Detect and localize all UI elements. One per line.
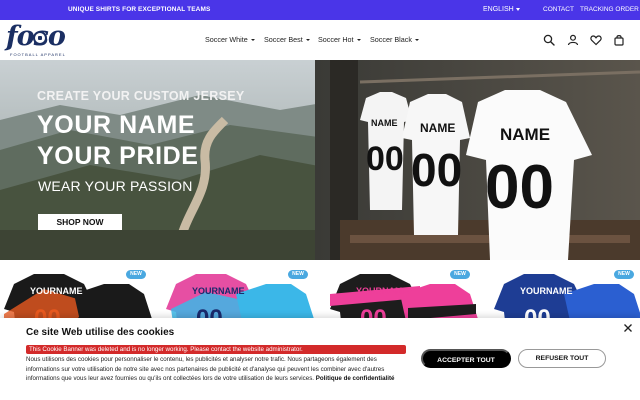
- hero-headline-1: YOUR NAME: [37, 111, 196, 139]
- cart-bag-icon[interactable]: [613, 34, 625, 46]
- new-badge: NEW: [288, 270, 308, 279]
- new-badge: NEW: [450, 270, 470, 279]
- hero-jersey-number: 00: [366, 140, 404, 178]
- close-icon[interactable]: [623, 323, 633, 333]
- product-name-print: YOURNAME: [520, 286, 573, 296]
- nav-label: Soccer White: [205, 35, 248, 44]
- product-name-print: YOURNAME: [356, 286, 409, 296]
- cookie-description: Nous utilisons des cookies pour personna…: [26, 355, 396, 384]
- soccer-ball-icon: [33, 31, 47, 45]
- page: UNIQUE SHIRTS FOR EXCEPTIONAL TEAMS ENGL…: [0, 0, 640, 400]
- account-icon[interactable]: [567, 34, 579, 46]
- site-header: foso FOOTBALL APPAREL Soccer White Socce…: [0, 20, 640, 60]
- product-name-print: YOURNAME: [30, 286, 83, 296]
- refuse-all-button[interactable]: REFUSER TOUT: [518, 349, 606, 368]
- cookie-error-alert: This Cookie Banner was deleted and is no…: [26, 345, 406, 354]
- shop-now-button[interactable]: SHOP NOW: [38, 214, 122, 230]
- nav-item-soccer-best[interactable]: Soccer Best: [264, 35, 310, 44]
- hero-jersey-number: 00: [411, 144, 462, 196]
- nav-item-soccer-white[interactable]: Soccer White: [205, 35, 255, 44]
- nav-item-soccer-hot[interactable]: Soccer Hot: [318, 35, 361, 44]
- cookie-title: Ce site Web utilise des cookies: [26, 327, 175, 338]
- new-badge: NEW: [126, 270, 146, 279]
- privacy-policy-link[interactable]: Politique de confidentialité: [316, 375, 395, 382]
- chevron-down-icon: [414, 39, 419, 42]
- logo[interactable]: foso FOOTBALL APPAREL: [6, 22, 86, 60]
- hero-eyebrow: CREATE YOUR CUSTOM JERSEY: [37, 89, 245, 103]
- announcement-promo: UNIQUE SHIRTS FOR EXCEPTIONAL TEAMS: [68, 6, 211, 13]
- chevron-down-icon: [515, 7, 520, 11]
- product-name-print: YOURNAME: [192, 286, 245, 296]
- accept-all-button[interactable]: ACCEPTER TOUT: [421, 349, 511, 368]
- nav-item-soccer-black[interactable]: Soccer Black: [370, 35, 419, 44]
- search-icon[interactable]: [543, 34, 555, 46]
- tracking-order-link[interactable]: TRACKING ORDER: [580, 6, 639, 13]
- logo-tagline: FOOTBALL APPAREL: [10, 52, 66, 57]
- nav-label: Soccer Black: [370, 35, 412, 44]
- chevron-down-icon: [356, 39, 361, 42]
- nav-label: Soccer Best: [264, 35, 303, 44]
- chevron-down-icon: [250, 39, 255, 42]
- chevron-down-icon: [305, 39, 310, 42]
- hero-jersey-number: 00: [485, 153, 554, 222]
- cookie-banner: Ce site Web utilise des cookies This Coo…: [0, 318, 640, 400]
- hero-banner: NAME 00 NAME 00 NAME 00 CREATE YOUR CUST…: [0, 60, 640, 260]
- language-selector[interactable]: ENGLISH: [483, 6, 520, 13]
- hero-headline-2: YOUR PRIDE: [37, 142, 199, 170]
- hero-jersey-name: NAME: [420, 121, 455, 135]
- new-badge: NEW: [614, 270, 634, 279]
- hero-jersey-name: NAME: [500, 125, 550, 144]
- contact-link[interactable]: CONTACT: [543, 6, 574, 13]
- hero-subheadline: WEAR YOUR PASSION: [38, 178, 193, 194]
- hero-jersey-name: NAME: [371, 118, 398, 128]
- language-label: ENGLISH: [483, 6, 514, 13]
- announcement-bar: UNIQUE SHIRTS FOR EXCEPTIONAL TEAMS ENGL…: [0, 0, 640, 20]
- wishlist-heart-icon[interactable]: [590, 34, 602, 46]
- nav-label: Soccer Hot: [318, 35, 354, 44]
